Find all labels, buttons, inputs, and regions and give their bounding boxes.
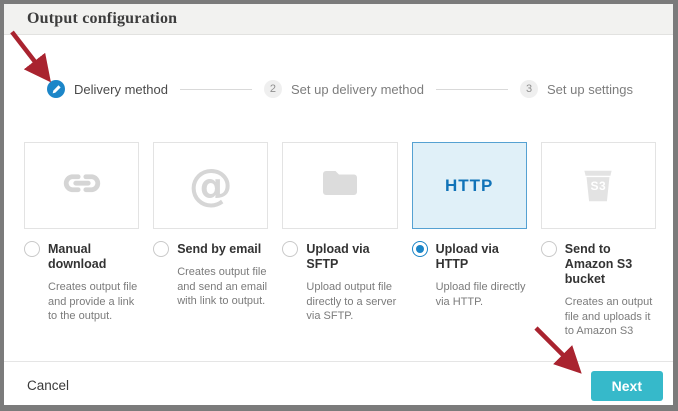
dialog-header: Output configuration [4,4,673,35]
step-delivery-method: Delivery method [47,80,168,98]
step-label: Set up settings [547,82,633,97]
radio-send-by-email[interactable] [153,241,169,257]
option-upload-http[interactable]: Upload via HTTP Upload file directly via… [412,241,527,339]
step-number-badge: 2 [264,80,282,98]
option-title: Send by email [177,241,268,257]
s3-bucket-label: S3 [591,179,607,193]
card-manual-download[interactable] [24,142,139,229]
card-send-by-email[interactable]: @ [153,142,268,229]
card-upload-http[interactable]: HTTP [412,142,527,229]
delivery-method-options: Manual download Creates output file and … [24,241,656,339]
option-manual-download[interactable]: Manual download Creates output file and … [24,241,139,339]
step-label: Delivery method [74,82,168,97]
folder-icon [320,168,360,203]
stepper-connector [436,89,508,90]
step-number-badge: 3 [520,80,538,98]
option-description: Creates output file and send an email wi… [177,265,268,309]
screenshot-frame: Output configuration Delivery method 2 S… [0,0,678,411]
option-send-by-email[interactable]: Send by email Creates output file and se… [153,241,268,339]
step-setup-delivery-method: 2 Set up delivery method [264,80,424,98]
radio-manual-download[interactable] [24,241,40,257]
option-title: Upload via HTTP [436,241,527,272]
card-upload-sftp[interactable] [282,142,397,229]
option-title: Upload via SFTP [306,241,397,272]
radio-upload-http[interactable] [412,241,428,257]
cancel-button[interactable]: Cancel [27,378,69,393]
at-icon: @ [189,164,233,208]
http-card-label: HTTP [445,176,493,196]
stepper-connector [180,89,252,90]
s3-bucket-icon: S3 [581,169,615,203]
card-amazon-s3[interactable]: S3 [541,142,656,229]
dialog-footer: Cancel Next [4,361,673,405]
radio-upload-sftp[interactable] [282,241,298,257]
output-configuration-dialog: Output configuration Delivery method 2 S… [4,4,673,405]
radio-amazon-s3[interactable] [541,241,557,257]
option-description: Upload file directly via HTTP. [436,280,527,309]
option-description: Upload output file directly to a server … [306,280,397,324]
delivery-method-cards: @ HTTP S3 [24,142,656,229]
pencil-icon [47,80,65,98]
option-upload-sftp[interactable]: Upload via SFTP Upload output file direc… [282,241,397,339]
stepper: Delivery method 2 Set up delivery method… [47,80,633,98]
step-label: Set up delivery method [291,82,424,97]
option-description: Creates output file and provide a link t… [48,280,139,324]
step-setup-settings: 3 Set up settings [520,80,633,98]
option-amazon-s3[interactable]: Send to Amazon S3 bucket Creates an outp… [541,241,656,339]
option-title: Send to Amazon S3 bucket [565,241,656,287]
next-button[interactable]: Next [591,371,663,401]
link-icon [59,171,105,200]
dialog-title: Output configuration [27,10,177,28]
option-title: Manual download [48,241,139,272]
option-description: Creates an output file and uploads it to… [565,295,656,339]
